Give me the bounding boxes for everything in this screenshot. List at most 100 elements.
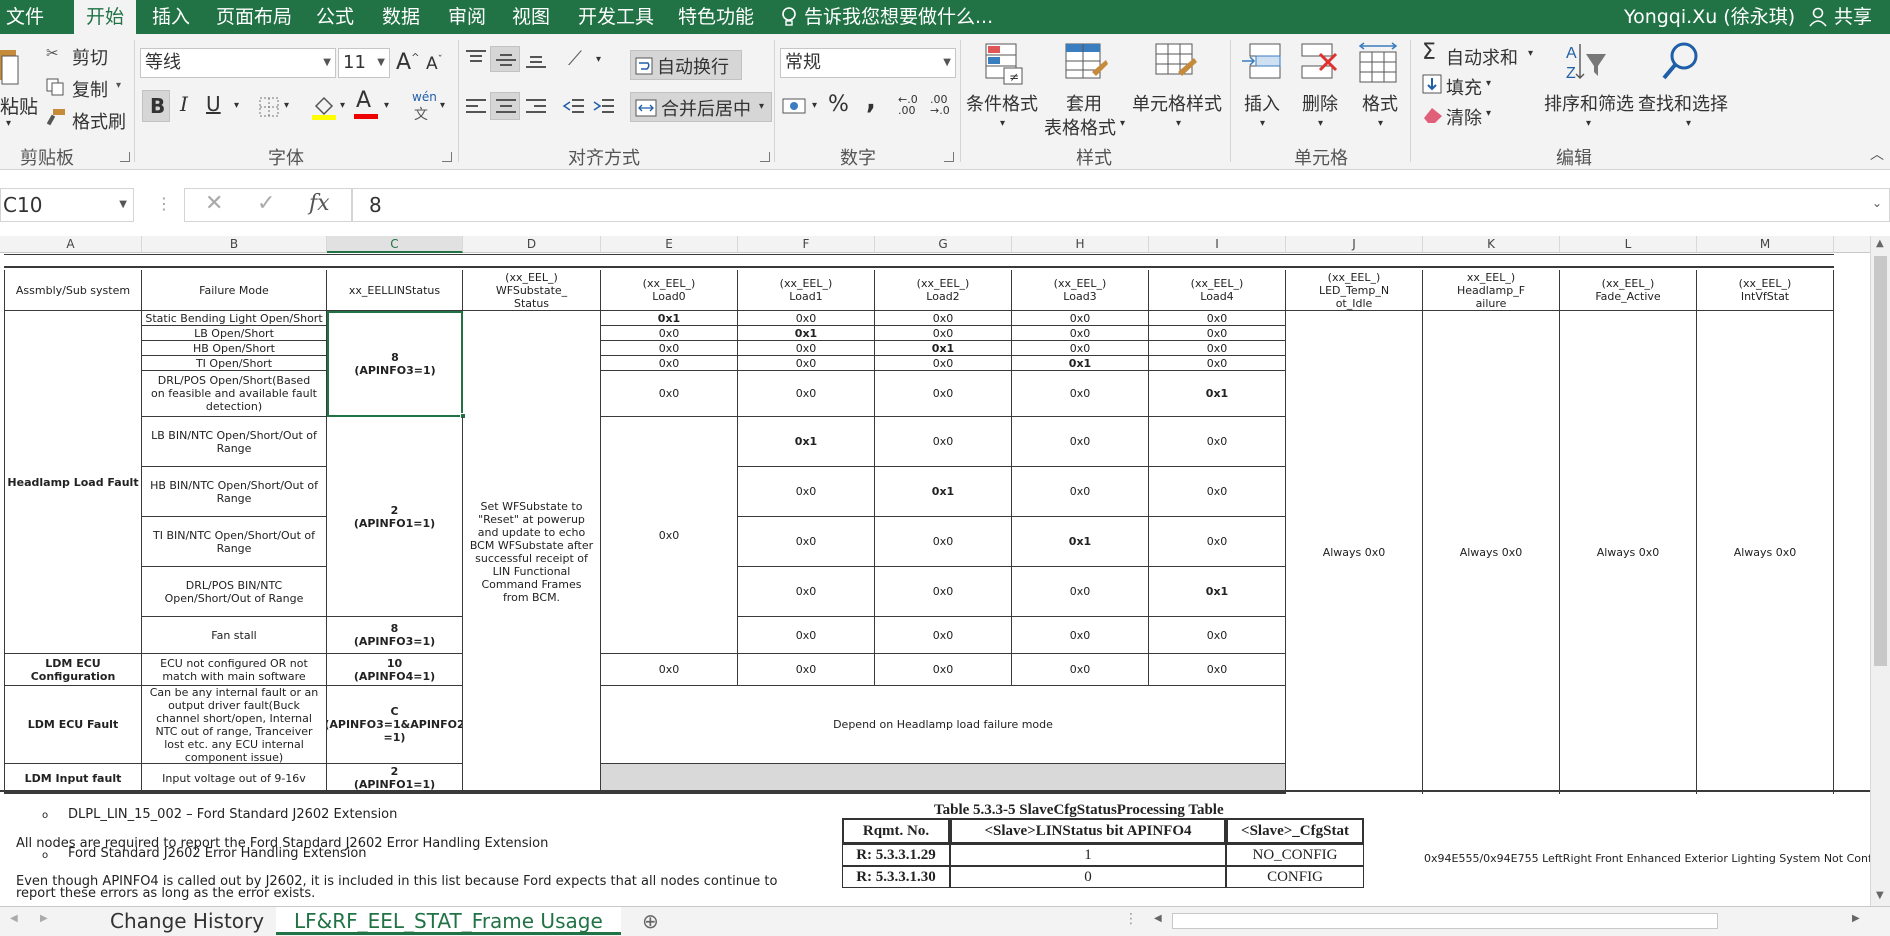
load-cell[interactable]: 0x0: [1012, 371, 1149, 417]
group-headlamp-load-fault[interactable]: Headlamp Load Fault: [4, 311, 142, 654]
load-cell[interactable]: 0x0: [875, 371, 1012, 417]
load-cell[interactable]: 0x0: [738, 356, 875, 371]
load-cell[interactable]: 0x0: [601, 326, 738, 341]
menu-special[interactable]: 特色功能: [678, 0, 754, 34]
load-cell[interactable]: 0x0: [738, 617, 875, 654]
add-sheet-icon[interactable]: ⊕: [642, 907, 659, 935]
header-cell-b[interactable]: Failure Mode: [142, 270, 327, 311]
column-header-C[interactable]: C: [327, 236, 463, 253]
status-cell-selected[interactable]: 8 (APINFO3=1): [327, 311, 463, 417]
autosum-button[interactable]: 自动求和: [1446, 44, 1518, 70]
increase-decimal-button[interactable]: ←.0 .00: [898, 94, 924, 116]
status-cell[interactable]: 10 (APINFO4=1): [327, 654, 463, 686]
header-cell-l[interactable]: (xx_EEL_) Fade_Active: [1560, 270, 1697, 311]
insert-function-icon[interactable]: fx: [309, 191, 330, 216]
load0-merged-cell[interactable]: 0x0: [601, 417, 738, 654]
failure-mode-cell[interactable]: Static Bending Light Open/Short: [142, 311, 327, 326]
embedded-td[interactable]: 1: [950, 844, 1226, 866]
failure-mode-cell[interactable]: ECU not configured OR not match with mai…: [142, 654, 327, 686]
copy-dropdown-icon[interactable]: ▾: [116, 80, 121, 91]
clipboard-launcher-icon[interactable]: [120, 152, 130, 162]
failure-mode-cell[interactable]: Fan stall: [142, 617, 327, 654]
font-shrink-icon[interactable]: Aˇ: [426, 54, 443, 74]
load-cell[interactable]: 0x0: [738, 371, 875, 417]
load-cell[interactable]: 0x0: [738, 517, 875, 567]
failure-mode-cell[interactable]: HB BIN/NTC Open/Short/Out of Range: [142, 467, 327, 517]
load-cell[interactable]: 0x0: [875, 517, 1012, 567]
column-header-D[interactable]: D: [463, 236, 601, 253]
load-cell[interactable]: 0x1: [1149, 371, 1286, 417]
column-header-A[interactable]: A: [0, 236, 142, 253]
cell-styles-button[interactable]: 单元格样式: [1132, 90, 1222, 116]
fill-button[interactable]: 填充: [1446, 74, 1482, 100]
font-color-icon[interactable]: A: [356, 88, 371, 113]
align-middle-button[interactable]: [490, 46, 520, 72]
load-cell[interactable]: 0x1: [1012, 517, 1149, 567]
copy-button[interactable]: 复制: [72, 76, 108, 102]
orientation-dropdown-icon[interactable]: ▾: [596, 54, 601, 65]
font-launcher-icon[interactable]: [442, 152, 452, 162]
column-header-J[interactable]: J: [1286, 236, 1423, 253]
embedded-th[interactable]: Rqmt. No.: [842, 818, 950, 844]
conditional-format-button[interactable]: 条件格式: [966, 90, 1038, 116]
header-cell-f[interactable]: (xx_EEL_) Load1: [738, 270, 875, 311]
always-cell-k[interactable]: Always 0x0: [1423, 311, 1560, 794]
load-cell[interactable]: 0x1: [601, 311, 738, 326]
underline-button[interactable]: U: [206, 92, 221, 116]
orientation-icon[interactable]: ⟋: [568, 46, 582, 70]
format-dropdown-icon[interactable]: ▾: [1378, 118, 1383, 129]
load-cell[interactable]: 0x0: [738, 311, 875, 326]
scroll-thumb[interactable]: [1874, 256, 1887, 666]
embedded-table-title[interactable]: Table 5.3.3-5 SlaveCfgStatusProcessing T…: [934, 802, 1224, 819]
bold-button[interactable]: B: [142, 90, 170, 122]
sheet-tab-active[interactable]: LF&RF_EEL_STAT_Frame Usage: [276, 907, 621, 935]
load-cell[interactable]: 0x0: [738, 341, 875, 356]
load-cell[interactable]: 0x0: [1012, 567, 1149, 617]
font-color-dropdown-icon[interactable]: ▾: [384, 100, 389, 111]
tab-scroll-right-icon[interactable]: ▶: [40, 913, 48, 924]
cond-dropdown-icon[interactable]: ▾: [1000, 118, 1005, 129]
delete-cells-button[interactable]: 删除: [1302, 90, 1338, 116]
load-cell[interactable]: 0x0: [601, 371, 738, 417]
load-cell[interactable]: 0x1: [738, 417, 875, 467]
status-cell[interactable]: C (APINFO3=1&APINFO2 =1): [327, 686, 463, 764]
header-cell-h[interactable]: (xx_EEL_) Load3: [1012, 270, 1149, 311]
insert-cells-button[interactable]: 插入: [1244, 90, 1280, 116]
load-cell[interactable]: 0x0: [1012, 417, 1149, 467]
failure-mode-cell[interactable]: LB BIN/NTC Open/Short/Out of Range: [142, 417, 327, 467]
align-center-button[interactable]: [490, 92, 520, 120]
load-cell[interactable]: 0x0: [1012, 311, 1149, 326]
status-cell[interactable]: 2 (APINFO1=1): [327, 417, 463, 617]
find-dropdown-icon[interactable]: ▾: [1686, 118, 1691, 129]
autosum-dropdown-icon[interactable]: ▾: [1528, 48, 1533, 59]
load-cell[interactable]: 0x0: [1149, 311, 1286, 326]
menu-file[interactable]: 文件: [6, 0, 44, 34]
format-painter-button[interactable]: 格式刷: [72, 108, 126, 134]
load-cell[interactable]: 0x0: [738, 567, 875, 617]
decrease-indent-icon[interactable]: [562, 96, 586, 118]
tab-scroll-left-icon[interactable]: ◀: [10, 913, 18, 924]
column-header-B[interactable]: B: [142, 236, 327, 253]
clear-button[interactable]: 清除: [1446, 104, 1482, 130]
load-cell[interactable]: 0x0: [1012, 326, 1149, 341]
enter-icon[interactable]: ✓: [257, 191, 275, 216]
column-header-M[interactable]: M: [1697, 236, 1834, 253]
load-cell[interactable]: 0x0: [1149, 517, 1286, 567]
wrap-text-button[interactable]: 自动换行: [630, 50, 742, 80]
fill-dropdown-icon[interactable]: ▾: [1486, 78, 1491, 89]
menu-home[interactable]: 开始: [74, 0, 137, 34]
fill-color-icon[interactable]: [312, 94, 336, 120]
user-name[interactable]: Yongqi.Xu (徐永琪): [1624, 0, 1795, 34]
note-cell[interactable]: 0x94E555/0x94E755 LeftRight Front Enhanc…: [1424, 852, 1870, 865]
lower-para-2b[interactable]: report these errors as long as the error…: [16, 886, 315, 901]
underline-dropdown-icon[interactable]: ▾: [234, 100, 239, 111]
italic-button[interactable]: I: [180, 92, 188, 116]
borders-dropdown-icon[interactable]: ▾: [284, 100, 289, 111]
header-cell-d[interactable]: (xx_EEL_) WFSubstate_ Status: [463, 270, 601, 311]
column-header-E[interactable]: E: [601, 236, 738, 253]
clear-dropdown-icon[interactable]: ▾: [1486, 108, 1491, 119]
header-cell-j[interactable]: (xx_EEL_) LED_Temp_N ot_Idle: [1286, 270, 1423, 311]
load-cell[interactable]: 0x0: [1012, 654, 1149, 686]
header-cell-i[interactable]: (xx_EEL_) Load4: [1149, 270, 1286, 311]
load-cell[interactable]: 0x0: [601, 356, 738, 371]
